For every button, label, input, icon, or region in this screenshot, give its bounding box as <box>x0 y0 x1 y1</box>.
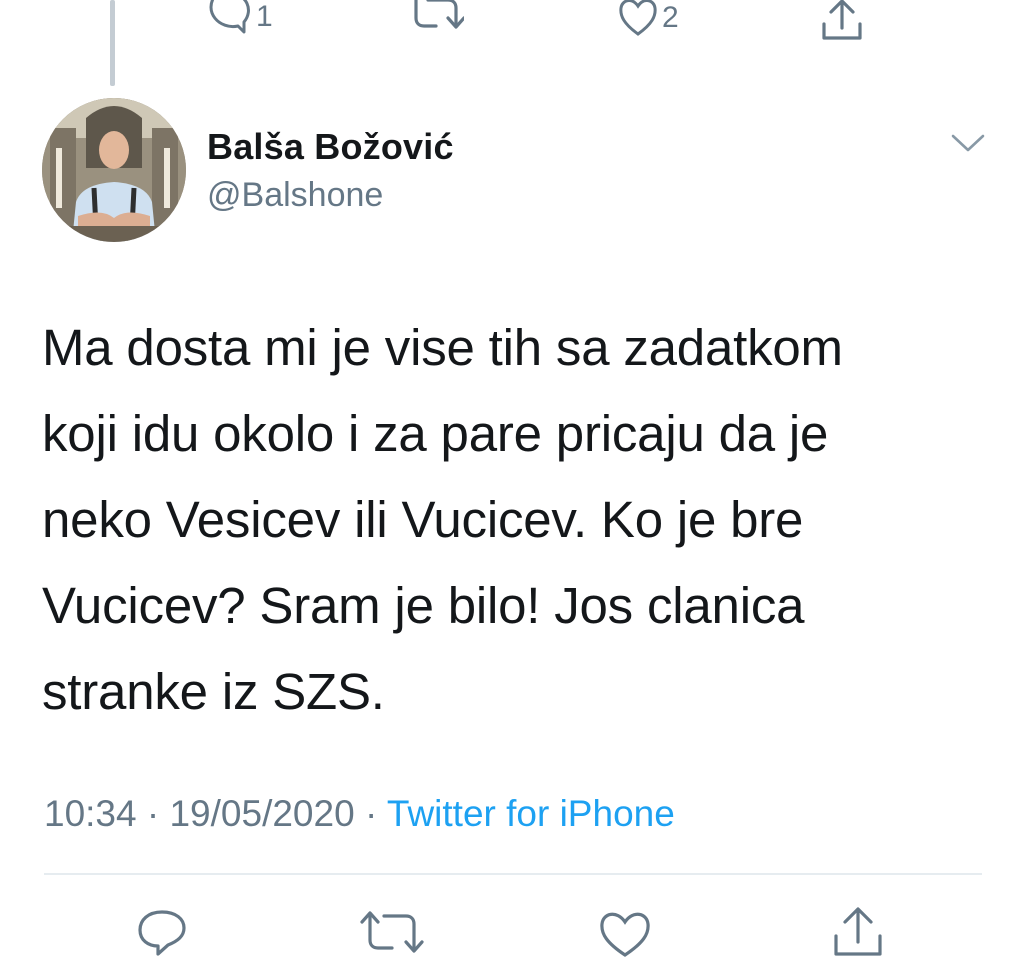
chevron-down-icon <box>951 134 985 152</box>
prev-like-button[interactable]: 2 <box>618 0 679 36</box>
prev-like-count: 2 <box>662 1 679 34</box>
meta-separator: · <box>354 793 387 834</box>
like-button[interactable] <box>598 910 652 958</box>
prev-share-button[interactable] <box>820 0 864 42</box>
share-icon <box>822 0 862 40</box>
tweet-date[interactable]: 19/05/2020 <box>169 793 354 834</box>
previous-tweet-action-bar: 1 2 <box>0 0 1024 50</box>
retweet-icon <box>414 0 464 29</box>
reply-icon <box>138 910 186 956</box>
tweet-meta: 10:34 · 19/05/2020 · Twitter for iPhone <box>44 793 675 835</box>
avatar[interactable] <box>42 98 186 242</box>
meta-separator: · <box>136 793 170 834</box>
retweet-button[interactable] <box>360 910 426 956</box>
prev-reply-button[interactable]: 1 <box>208 0 273 34</box>
divider <box>44 873 982 875</box>
share-icon <box>834 907 882 956</box>
tweet-text: Ma dosta mi je vise tih sa zadatkom koji… <box>42 319 843 720</box>
retweet-icon <box>360 911 424 953</box>
reply-icon <box>209 0 250 34</box>
tweet-time[interactable]: 10:34 <box>44 793 137 834</box>
reply-button[interactable] <box>136 908 188 956</box>
author-handle[interactable]: @Balshone <box>207 176 383 215</box>
like-icon <box>600 912 650 957</box>
tweet-source-link[interactable]: Twitter for iPhone <box>387 793 675 834</box>
prev-retweet-button[interactable] <box>408 0 464 34</box>
avatar-photo <box>42 98 186 242</box>
share-button[interactable] <box>830 906 886 960</box>
tweet-action-bar <box>0 900 1024 970</box>
more-options-button[interactable] <box>950 132 986 159</box>
prev-reply-count: 1 <box>256 0 273 33</box>
like-icon <box>619 0 657 36</box>
author-name[interactable]: Balša Božović <box>207 126 454 168</box>
